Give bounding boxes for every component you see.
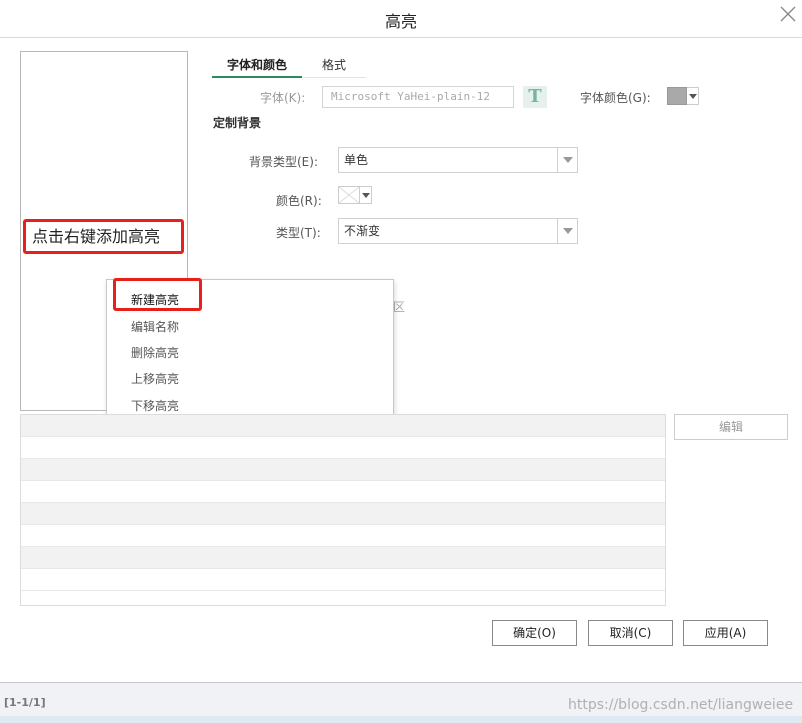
title-bar: 高亮 bbox=[0, 0, 802, 38]
font-label: 字体(K): bbox=[260, 91, 306, 105]
table-row[interactable] bbox=[21, 481, 665, 503]
font-chooser-button[interactable]: T bbox=[523, 86, 547, 108]
font-color-swatch[interactable] bbox=[667, 87, 687, 105]
table-row[interactable] bbox=[21, 547, 665, 569]
table-row[interactable] bbox=[21, 525, 665, 547]
chevron-down-icon bbox=[557, 148, 577, 172]
apply-button[interactable]: 应用(A) bbox=[683, 620, 768, 646]
color-label: 颜色(R): bbox=[276, 194, 322, 208]
custom-background-title: 定制背景 bbox=[213, 116, 262, 130]
edit-button[interactable]: 编辑 bbox=[674, 414, 788, 440]
text-format-icon: T bbox=[528, 86, 542, 107]
pager-status: [1-1/1] bbox=[4, 696, 46, 709]
right-click-hint: 点击右键添加高亮 bbox=[23, 219, 184, 254]
dialog-title: 高亮 bbox=[384, 12, 417, 31]
watermark: https://blog.csdn.net/liangweiee bbox=[568, 697, 794, 713]
gradient-type-label: 类型(T): bbox=[276, 226, 321, 240]
background-color-swatch[interactable] bbox=[338, 186, 360, 204]
background-color-dropdown-arrow[interactable] bbox=[360, 186, 372, 204]
font-color-dropdown-arrow[interactable] bbox=[687, 87, 699, 105]
menu-item-rename[interactable]: 编辑名称 bbox=[131, 318, 179, 335]
menu-item-delete[interactable]: 删除高亮 bbox=[131, 344, 179, 361]
tab-bar: 字体和颜色 格式 bbox=[212, 52, 366, 78]
table-row[interactable] bbox=[21, 437, 665, 459]
highlight-dialog: 高亮 点击右键添加高亮 字体和颜色 格式 字体(K): Microsoft Ya… bbox=[0, 0, 802, 683]
chevron-down-icon bbox=[557, 219, 577, 243]
close-button[interactable] bbox=[778, 4, 798, 24]
close-icon bbox=[780, 6, 796, 22]
background-type-select[interactable]: 单色 bbox=[338, 147, 578, 173]
no-color-icon bbox=[338, 186, 360, 204]
background-type-value: 单色 bbox=[344, 153, 369, 167]
table-row[interactable] bbox=[21, 503, 665, 525]
menu-item-move-down[interactable]: 下移高亮 bbox=[131, 397, 179, 414]
menu-item-move-up[interactable]: 上移高亮 bbox=[131, 370, 179, 387]
background-window-strip bbox=[0, 716, 802, 723]
new-highlight-annotation bbox=[113, 278, 202, 311]
background-type-label: 背景类型(E): bbox=[249, 155, 318, 169]
table-row[interactable] bbox=[21, 459, 665, 481]
gradient-type-value: 不渐变 bbox=[344, 224, 381, 238]
table-row[interactable] bbox=[21, 415, 665, 437]
table-row[interactable] bbox=[21, 569, 665, 591]
condition-table[interactable] bbox=[20, 414, 666, 606]
tab-font-and-color[interactable]: 字体和颜色 bbox=[212, 52, 302, 78]
obscured-label-fragment: 区 bbox=[393, 300, 406, 314]
tab-format[interactable]: 格式 bbox=[302, 52, 366, 78]
font-color-label: 字体颜色(G): bbox=[580, 91, 651, 105]
gradient-type-select[interactable]: 不渐变 bbox=[338, 218, 578, 244]
font-field[interactable]: Microsoft YaHei-plain-12 bbox=[322, 86, 514, 108]
cancel-button[interactable]: 取消(C) bbox=[588, 620, 673, 646]
ok-button[interactable]: 确定(O) bbox=[492, 620, 577, 646]
